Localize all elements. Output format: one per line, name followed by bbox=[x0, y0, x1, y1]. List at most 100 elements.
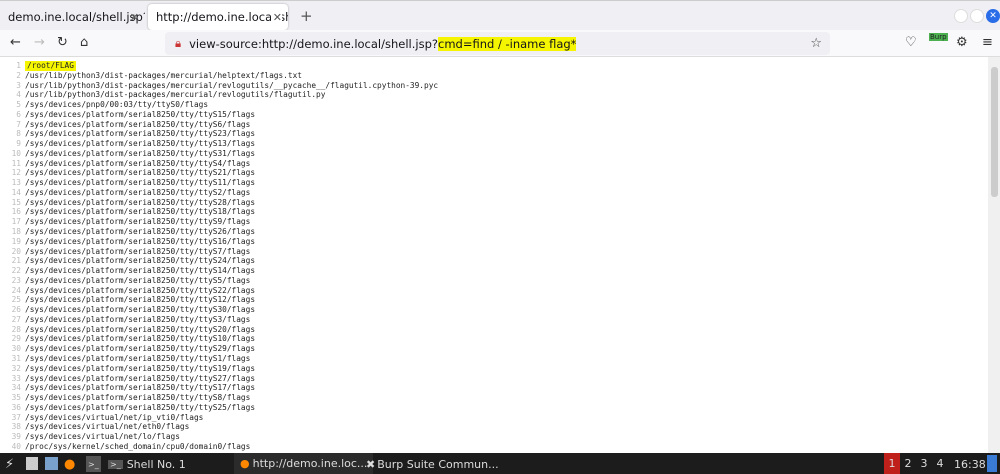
source-line: 13/sys/devices/platform/serial8250/tty/t… bbox=[0, 178, 988, 188]
line-number: 30 bbox=[11, 344, 21, 354]
line-number: 5 bbox=[16, 100, 21, 110]
workspace-1[interactable]: 1 bbox=[884, 453, 900, 474]
extension-icon[interactable]: ⚙ bbox=[956, 35, 968, 50]
line-text: /sys/devices/platform/serial8250/tty/tty… bbox=[25, 207, 256, 217]
firefox-icon[interactable]: ● bbox=[64, 456, 75, 472]
taskbar-label: Burp Suite Commun... bbox=[377, 457, 499, 471]
line-number: 15 bbox=[11, 197, 21, 207]
line-number: 40 bbox=[11, 441, 21, 451]
source-line: 4/usr/lib/python3/dist-packages/mercuria… bbox=[0, 90, 988, 100]
back-icon[interactable]: ← bbox=[10, 35, 21, 50]
line-number: 39 bbox=[11, 432, 21, 442]
line-number: 22 bbox=[11, 266, 21, 276]
source-line: 40/proc/sys/kernel/sched_domain/cpu0/dom… bbox=[0, 442, 988, 452]
line-text: /sys/devices/platform/serial8250/tty/tty… bbox=[25, 109, 256, 119]
app-menu-icon[interactable]: ⚡ bbox=[5, 456, 14, 472]
line-number: 11 bbox=[11, 158, 21, 168]
close-icon[interactable]: ✕ bbox=[270, 10, 282, 24]
source-line: 29/sys/devices/platform/serial8250/tty/t… bbox=[0, 334, 988, 344]
source-line: 11/sys/devices/platform/serial8250/tty/t… bbox=[0, 159, 988, 169]
source-line: 28/sys/devices/platform/serial8250/tty/t… bbox=[0, 325, 988, 335]
source-line: 6/sys/devices/platform/serial8250/tty/tt… bbox=[0, 110, 988, 120]
source-line: 8/sys/devices/platform/serial8250/tty/tt… bbox=[0, 129, 988, 139]
line-text: /sys/devices/virtual/net/eth0/flags bbox=[25, 422, 190, 432]
home-icon[interactable]: ⌂ bbox=[80, 35, 88, 50]
close-icon[interactable]: ✕ bbox=[130, 11, 139, 24]
line-number: 13 bbox=[11, 178, 21, 188]
line-number: 35 bbox=[11, 393, 21, 403]
scrollbar-thumb[interactable] bbox=[991, 67, 998, 197]
taskbar-label: http://demo.ine.loc... bbox=[252, 457, 368, 470]
line-text: /sys/devices/platform/serial8250/tty/tty… bbox=[25, 148, 256, 158]
url-prefix: view-source:http://demo.ine.local/shell.… bbox=[189, 36, 438, 51]
line-number: 37 bbox=[11, 412, 21, 422]
scrollbar[interactable] bbox=[988, 57, 1000, 453]
line-text: /sys/devices/platform/serial8250/tty/tty… bbox=[25, 305, 256, 315]
tab-label: http://demo.ine.local/shell bbox=[156, 10, 288, 24]
line-number: 27 bbox=[11, 314, 21, 324]
line-number: 2 bbox=[16, 70, 21, 80]
tab-view-source[interactable]: http://demo.ine.local/shell✕ bbox=[148, 4, 288, 30]
line-number: 26 bbox=[11, 305, 21, 315]
source-line: 34/sys/devices/platform/serial8250/tty/t… bbox=[0, 383, 988, 393]
line-text: /usr/lib/python3/dist-packages/mercurial… bbox=[25, 80, 439, 90]
source-line: 31/sys/devices/platform/serial8250/tty/t… bbox=[0, 354, 988, 364]
line-text: /sys/devices/platform/serial8250/tty/tty… bbox=[25, 256, 256, 266]
forward-icon[interactable]: → bbox=[34, 35, 45, 50]
line-number: 3 bbox=[16, 80, 21, 90]
tab-shell-cmd[interactable]: demo.ine.local/shell.jsp?c ✕ bbox=[0, 4, 145, 30]
taskbar-item-burp[interactable]: ✖ Burp Suite Commun... bbox=[366, 456, 499, 472]
source-line: 18/sys/devices/platform/serial8250/tty/t… bbox=[0, 227, 988, 237]
menu-icon[interactable]: ≡ bbox=[982, 35, 993, 50]
line-text: /sys/devices/platform/serial8250/tty/tty… bbox=[25, 373, 256, 383]
workspace-4[interactable]: 4 bbox=[932, 453, 948, 474]
reload-icon[interactable]: ↻ bbox=[57, 35, 68, 50]
source-line: 33/sys/devices/platform/serial8250/tty/t… bbox=[0, 374, 988, 384]
new-tab-button[interactable]: + bbox=[300, 7, 313, 25]
workspace-3[interactable]: 3 bbox=[916, 453, 932, 474]
terminal-icon: >_ bbox=[108, 459, 123, 469]
source-line: 16/sys/devices/platform/serial8250/tty/t… bbox=[0, 207, 988, 217]
line-text: /sys/devices/platform/serial8250/tty/tty… bbox=[25, 353, 251, 363]
source-view: 1/root/FLAG 2/usr/lib/python3/dist-packag… bbox=[0, 57, 988, 453]
source-line: 25/sys/devices/platform/serial8250/tty/t… bbox=[0, 295, 988, 305]
maximize-button[interactable] bbox=[970, 9, 984, 23]
line-text: /sys/devices/platform/serial8250/tty/tty… bbox=[25, 314, 251, 324]
line-text: /sys/devices/platform/serial8250/tty/tty… bbox=[25, 227, 256, 237]
line-text: /sys/devices/platform/serial8250/tty/tty… bbox=[25, 334, 256, 344]
source-line: 7/sys/devices/platform/serial8250/tty/tt… bbox=[0, 120, 988, 130]
source-line: 23/sys/devices/platform/serial8250/tty/t… bbox=[0, 276, 988, 286]
line-text: /sys/devices/platform/serial8250/tty/tty… bbox=[25, 324, 256, 334]
line-number: 24 bbox=[11, 285, 21, 295]
minimize-button[interactable] bbox=[954, 9, 968, 23]
bookmark-star-icon[interactable]: ☆ bbox=[810, 36, 822, 51]
workspace-2[interactable]: 2 bbox=[900, 453, 916, 474]
line-number: 23 bbox=[11, 275, 21, 285]
burp-extension-icon[interactable]: Burp bbox=[929, 33, 948, 41]
close-window-button[interactable]: ✕ bbox=[986, 9, 1000, 23]
source-line: 24/sys/devices/platform/serial8250/tty/t… bbox=[0, 286, 988, 296]
taskbar-item-shell[interactable]: >_ Shell No. 1 bbox=[108, 456, 186, 472]
file-manager-icon[interactable] bbox=[26, 457, 38, 470]
burp-icon: ✖ bbox=[366, 457, 376, 471]
line-number: 10 bbox=[11, 148, 21, 158]
line-number: 32 bbox=[11, 363, 21, 373]
show-desktop-button[interactable] bbox=[987, 455, 997, 472]
pocket-icon[interactable]: ♡ bbox=[905, 35, 917, 50]
line-number: 28 bbox=[11, 324, 21, 334]
url-bar[interactable]: 🔒︎ view-source:http://demo.ine.local/she… bbox=[165, 32, 830, 55]
text-editor-icon[interactable] bbox=[45, 457, 58, 470]
line-text: /sys/devices/platform/serial8250/tty/tty… bbox=[25, 393, 251, 403]
source-line: 30/sys/devices/platform/serial8250/tty/t… bbox=[0, 344, 988, 354]
tab-bar: demo.ine.local/shell.jsp?c ✕ http://demo.… bbox=[0, 0, 1000, 30]
line-text: /sys/devices/platform/serial8250/tty/tty… bbox=[25, 402, 256, 412]
taskbar-item-firefox[interactable]: ● http://demo.ine.loc... bbox=[234, 453, 374, 474]
source-line: 17/sys/devices/platform/serial8250/tty/t… bbox=[0, 217, 988, 227]
taskbar-label: Shell No. 1 bbox=[126, 457, 186, 471]
insecure-lock-icon[interactable]: 🔒︎ bbox=[175, 36, 181, 51]
line-number: 6 bbox=[16, 109, 21, 119]
line-text: /sys/devices/platform/serial8250/tty/tty… bbox=[25, 383, 256, 393]
terminal-icon[interactable]: >_ bbox=[86, 456, 101, 472]
line-number: 21 bbox=[11, 256, 21, 266]
line-number: 31 bbox=[11, 353, 21, 363]
